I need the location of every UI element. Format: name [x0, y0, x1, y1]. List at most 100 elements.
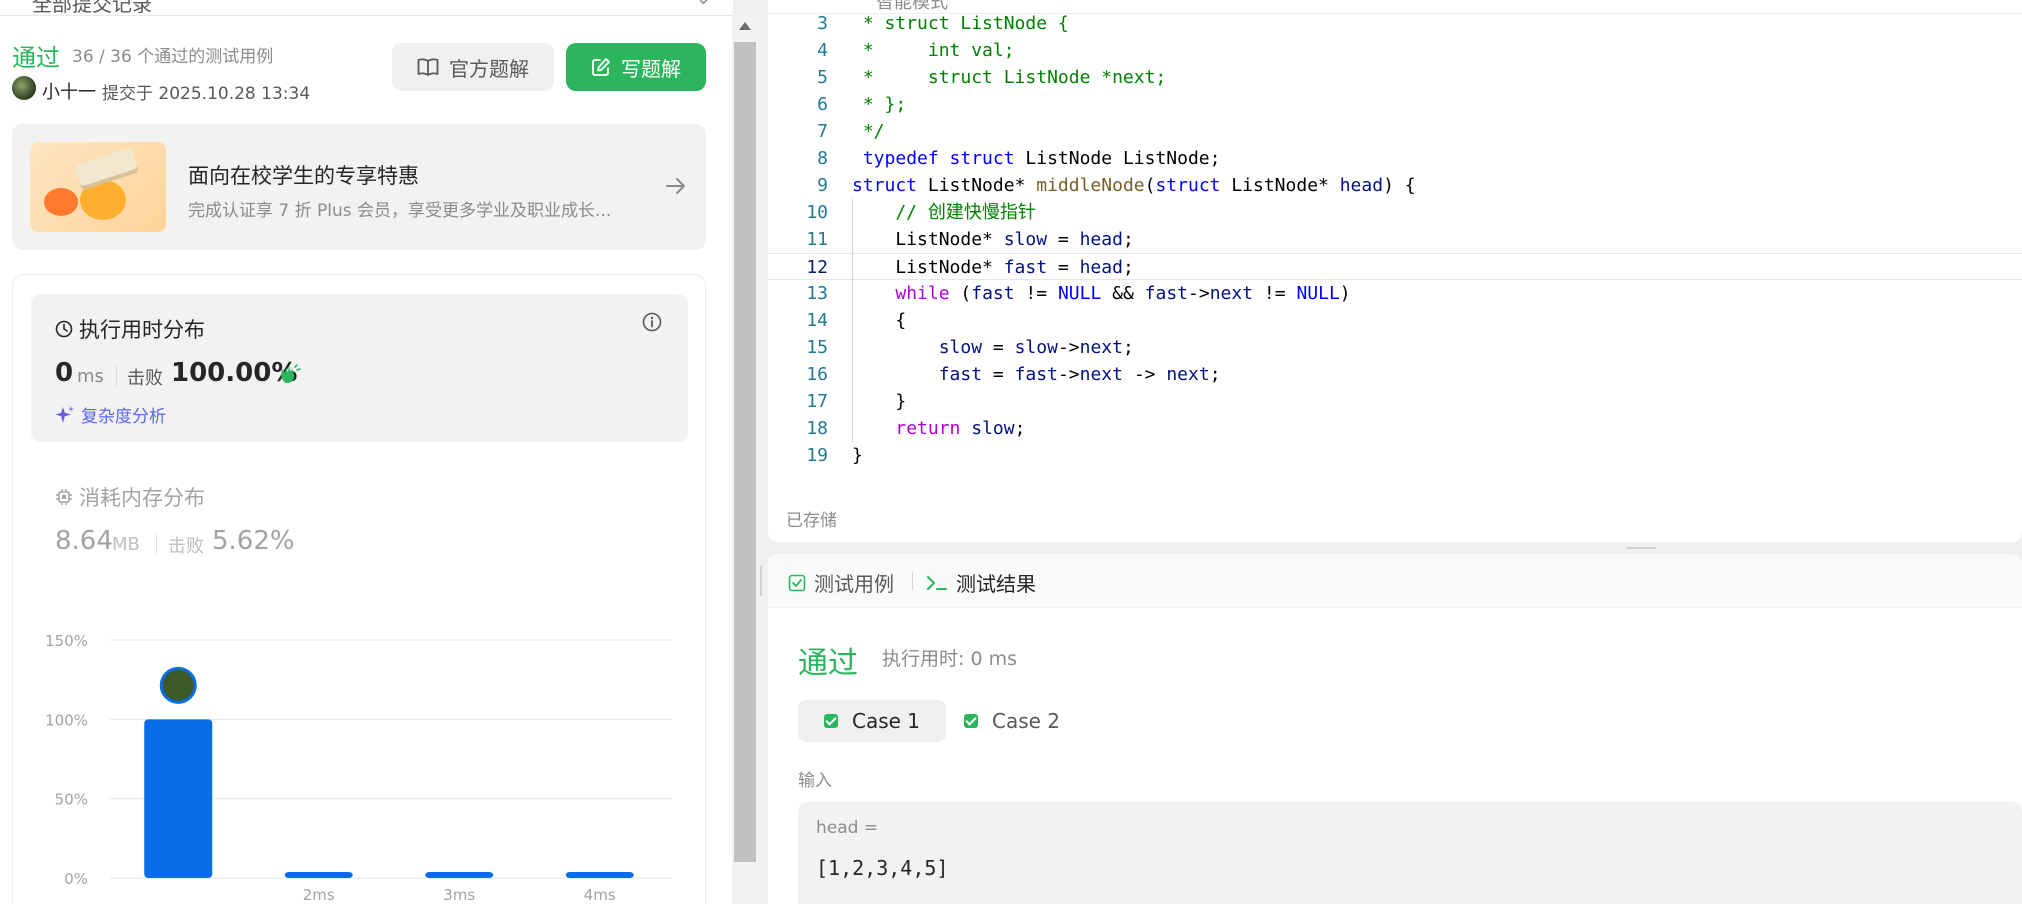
my-submission-avatar-marker[interactable]	[159, 666, 197, 704]
memory-beat-percent: 5.62%	[212, 526, 295, 556]
divider	[116, 366, 117, 386]
code-editor[interactable]: 智能模式 3 * struct ListNode {4 * int val; 5 …	[768, 0, 2022, 542]
runtime-distribution-box[interactable]: 执行用时分布 0 ms 击败 100.00% 复杂度分析	[31, 294, 688, 442]
promo-graduation-cap-image	[30, 142, 166, 232]
info-icon[interactable]	[642, 312, 662, 336]
memory-title[interactable]: 消耗内存分布	[55, 482, 205, 512]
left-panel-scrollbar[interactable]	[732, 16, 758, 904]
code-line[interactable]: 7 */	[768, 118, 2022, 145]
tab-test-result[interactable]: 测试结果	[926, 568, 1036, 597]
edit-icon	[591, 57, 611, 77]
case-tab-2[interactable]: Case 2	[938, 700, 1086, 742]
code-line[interactable]: 14 {	[768, 307, 2022, 334]
avatar[interactable]	[12, 76, 36, 100]
editor-resize-handle[interactable]	[768, 542, 2022, 554]
code-text: }	[852, 445, 863, 466]
line-number: 7	[817, 121, 828, 142]
x-tick-label: 2ms	[303, 886, 335, 904]
x-tick-label: 3ms	[443, 886, 475, 904]
code-line[interactable]: 4 * int val;	[768, 37, 2022, 64]
code-line[interactable]: 5 * struct ListNode *next;	[768, 64, 2022, 91]
code-line[interactable]: 17 }	[768, 388, 2022, 415]
code-text: * int val;	[852, 40, 1015, 61]
code-line[interactable]: 16 fast = fast->next -> next;	[768, 361, 2022, 388]
divider	[156, 534, 157, 554]
line-number: 6	[817, 94, 828, 115]
submissions-header[interactable]: 全部提交记录 ⌄	[0, 0, 733, 16]
test-result-panel: 测试用例 测试结果 通过 执行用时: 0 ms Case 1 Case 2 输入…	[768, 554, 2022, 904]
runtime-value: 0	[55, 358, 74, 388]
line-number: 13	[806, 283, 828, 304]
line-number: 14	[806, 310, 828, 331]
bar[interactable]	[425, 872, 494, 878]
clap-hands-icon	[279, 364, 301, 388]
terminal-icon	[927, 575, 947, 590]
memory-beat-label: 击败	[168, 536, 204, 557]
promo-subtitle: 完成认证享 7 折 Plus 会员，享受更多学业及职业成长...	[188, 201, 612, 221]
line-number: 16	[806, 364, 828, 385]
code-area[interactable]: 3 * struct ListNode {4 * int val; 5 * str…	[768, 10, 2022, 469]
code-text: * struct ListNode {	[852, 13, 1069, 34]
code-line[interactable]: 6 * };	[768, 91, 2022, 118]
official-solution-label: 官方题解	[449, 56, 529, 81]
code-line[interactable]: 11 ListNode* slow = head;	[768, 226, 2022, 253]
write-solution-button[interactable]: 写题解	[566, 43, 706, 91]
line-number: 17	[806, 391, 828, 412]
input-variable-value: [1,2,3,4,5]	[816, 856, 949, 880]
code-line[interactable]: 13 while (fast != NULL && fast->next != …	[768, 280, 2022, 307]
y-tick-label: 0%	[64, 870, 88, 888]
code-line[interactable]: 10 // 创建快慢指针	[768, 199, 2022, 226]
scrollbar-thumb[interactable]	[734, 42, 756, 862]
runtime-beat-label: 击败	[127, 368, 163, 389]
y-tick-label: 150%	[45, 632, 88, 650]
panel-resize-handle[interactable]	[758, 0, 768, 904]
bar[interactable]	[144, 719, 213, 878]
official-solution-button[interactable]: 官方题解	[392, 43, 554, 91]
result-status: 通过	[798, 646, 858, 681]
code-text: typedef struct ListNode ListNode;	[862, 148, 1221, 169]
line-number: 8	[817, 148, 828, 169]
line-number: 4	[817, 40, 828, 61]
bar[interactable]	[284, 872, 353, 878]
complexity-analysis-link[interactable]: 复杂度分析	[55, 402, 166, 427]
code-line[interactable]: 3 * struct ListNode {	[768, 10, 2022, 37]
divider	[912, 572, 913, 590]
input-variable-name: head =	[816, 818, 879, 838]
student-promo-banner[interactable]: 面向在校学生的专享特惠 完成认证享 7 折 Plus 会员，享受更多学业及职业成…	[12, 124, 706, 250]
submitter-name[interactable]: 小十一	[42, 78, 96, 104]
scroll-up-arrow-icon[interactable]	[739, 22, 751, 30]
x-tick-label: 4ms	[584, 886, 616, 904]
code-text: ListNode* fast = head;	[852, 257, 1134, 278]
bar[interactable]	[565, 872, 634, 878]
code-line[interactable]: 8 typedef struct ListNode ListNode;	[768, 145, 2022, 172]
code-text: // 创建快慢指针	[852, 202, 1036, 223]
arrow-right-icon[interactable]	[664, 174, 688, 198]
tab-test-cases[interactable]: 测试用例	[788, 568, 894, 597]
runtime-title: 执行用时分布	[55, 314, 205, 344]
code-text: struct ListNode* middleNode(struct ListN…	[852, 175, 1416, 196]
code-line[interactable]: 18 return slow;	[768, 415, 2022, 442]
y-tick-label: 50%	[55, 791, 88, 809]
code-text: while (fast != NULL && fast->next != NUL…	[895, 283, 1351, 304]
clock-icon	[55, 320, 73, 338]
complexity-analysis-label: 复杂度分析	[81, 407, 166, 427]
submission-panel: 全部提交记录 ⌄ 通过 36 / 36 个通过的测试用例 小十一 提交于 202…	[0, 0, 733, 904]
case-tab-1[interactable]: Case 1	[798, 700, 947, 742]
line-number: 15	[806, 337, 828, 358]
code-text: ListNode* slow = head;	[852, 229, 1134, 250]
code-line[interactable]: 15 slow = slow->next;	[768, 334, 2022, 361]
chip-icon	[56, 489, 72, 505]
runtime-title-label: 执行用时分布	[79, 318, 205, 342]
code-line[interactable]: 19}	[768, 442, 2022, 469]
result-tab-bar: 测试用例 测试结果	[768, 554, 2022, 608]
input-value-box[interactable]: head = [1,2,3,4,5]	[798, 802, 2022, 904]
code-text: * };	[852, 94, 907, 115]
line-number: 3	[817, 13, 828, 34]
line-number: 10	[806, 202, 828, 223]
code-line[interactable]: 12 ListNode* fast = head;	[768, 253, 2022, 281]
check-icon	[964, 714, 978, 728]
case-label: Case 1	[852, 709, 921, 733]
code-line[interactable]: 9 struct ListNode* middleNode(struct List…	[768, 172, 2022, 199]
promo-title: 面向在校学生的专享特惠	[188, 164, 419, 188]
runtime-distribution-chart: 150% 100% 50% 0% 2ms 3ms 4ms	[45, 632, 672, 904]
